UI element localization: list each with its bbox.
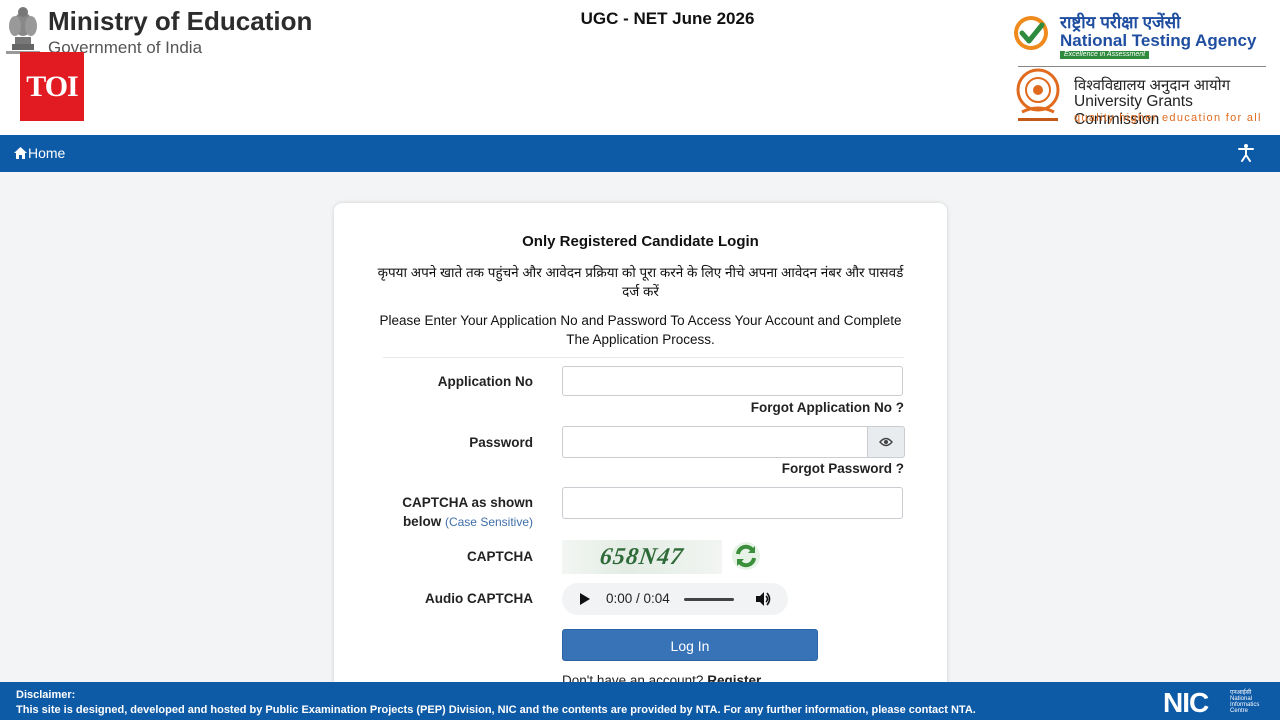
nic-line3: Centre <box>1230 708 1249 714</box>
nic-logo: NIC <box>1163 687 1209 718</box>
captcha-input[interactable] <box>562 487 903 519</box>
nav-home-link[interactable]: Home <box>14 145 65 161</box>
nta-logo-icon <box>1014 16 1048 50</box>
ugc-tagline: quality higher education for all <box>1074 112 1262 124</box>
hindi-instruction: कृपया अपने खाते तक पहुंचने और आवेदन प्रक… <box>377 265 904 299</box>
forgot-application-link[interactable]: Forgot Application No ? <box>751 400 904 415</box>
nta-hindi-name: राष्ट्रीय परीक्षा एजेंसी <box>1060 13 1181 32</box>
nta-english-name: National Testing Agency <box>1060 31 1257 50</box>
application-no-input[interactable] <box>562 366 903 396</box>
password-label: Password <box>469 435 533 450</box>
home-icon <box>14 147 27 159</box>
login-button[interactable]: Log In <box>562 629 818 661</box>
card-divider <box>383 357 904 358</box>
toi-badge: TOI <box>20 52 84 121</box>
play-icon[interactable] <box>580 593 590 605</box>
volume-icon[interactable] <box>754 590 772 608</box>
english-instruction: Please Enter Your Application No and Pas… <box>379 313 902 347</box>
ugc-hindi-name: विश्वविद्यालय अनुदान आयोग <box>1074 77 1231 94</box>
captcha-text: 658N47 <box>598 543 686 570</box>
accessibility-icon[interactable] <box>1236 143 1256 163</box>
disclaimer-label: Disclaimer: <box>16 689 76 701</box>
captcha-input-label: CAPTCHA as shown below (Case Sensitive) <box>384 493 533 532</box>
refresh-captcha-icon[interactable] <box>731 541 761 571</box>
audio-captcha-label: Audio CAPTCHA <box>425 591 533 606</box>
audio-captcha-player: 0:00 / 0:04 <box>562 583 788 615</box>
header-divider <box>1018 66 1266 67</box>
captcha-label: CAPTCHA <box>467 549 533 564</box>
toggle-password-button[interactable] <box>867 426 905 458</box>
nav-home-label: Home <box>28 145 66 161</box>
password-input[interactable] <box>562 426 868 458</box>
application-no-label: Application No <box>437 374 533 389</box>
ugc-logo-icon <box>1016 68 1060 121</box>
audio-time: 0:00 / 0:04 <box>606 591 670 606</box>
eye-icon <box>879 437 893 447</box>
login-card: Only Registered Candidate Login कृपया अप… <box>334 203 947 703</box>
forgot-password-link[interactable]: Forgot Password ? <box>782 461 904 476</box>
top-navbar: Home <box>0 135 1280 172</box>
disclaimer-text: This site is designed, developed and hos… <box>16 704 976 716</box>
nic-name: एनआईसी National Informatics Centre <box>1230 690 1259 714</box>
login-title: Only Registered Candidate Login <box>522 233 759 250</box>
case-sensitive-note: (Case Sensitive) <box>444 515 533 529</box>
site-header: Ministry of Education Government of Indi… <box>0 0 1280 135</box>
site-footer: Disclaimer: This site is designed, devel… <box>0 682 1280 720</box>
nta-tagline: Excellence in Assessment <box>1060 51 1150 59</box>
captcha-image: 658N47 <box>562 540 722 574</box>
audio-progress-track[interactable] <box>684 598 734 601</box>
